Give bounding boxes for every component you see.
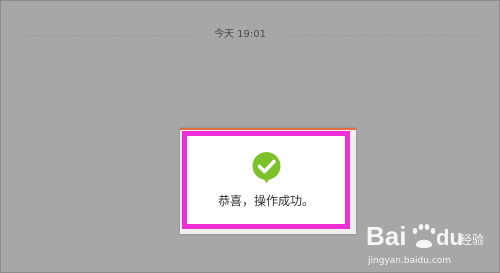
success-toast: 恭喜，操作成功。: [182, 131, 350, 229]
time-separator: 今天 19:01: [22, 28, 478, 42]
success-message: 恭喜，操作成功。: [217, 194, 314, 208]
check-circle-icon: [252, 152, 281, 183]
svg-text:经验: 经验: [460, 232, 484, 247]
timestamp: 今天 19:01: [214, 29, 266, 40]
baidu-logo: Bai du 经验: [366, 221, 484, 251]
svg-text:du: du: [436, 225, 463, 250]
baidu-watermark: Bai du 经验 jingyan.baidu.com: [364, 218, 494, 270]
separator-line-right: [284, 35, 478, 36]
watermark-url: jingyan.baidu.com: [368, 256, 452, 266]
svg-text:Bai: Bai: [366, 221, 406, 251]
separator-line-left: [22, 35, 190, 36]
